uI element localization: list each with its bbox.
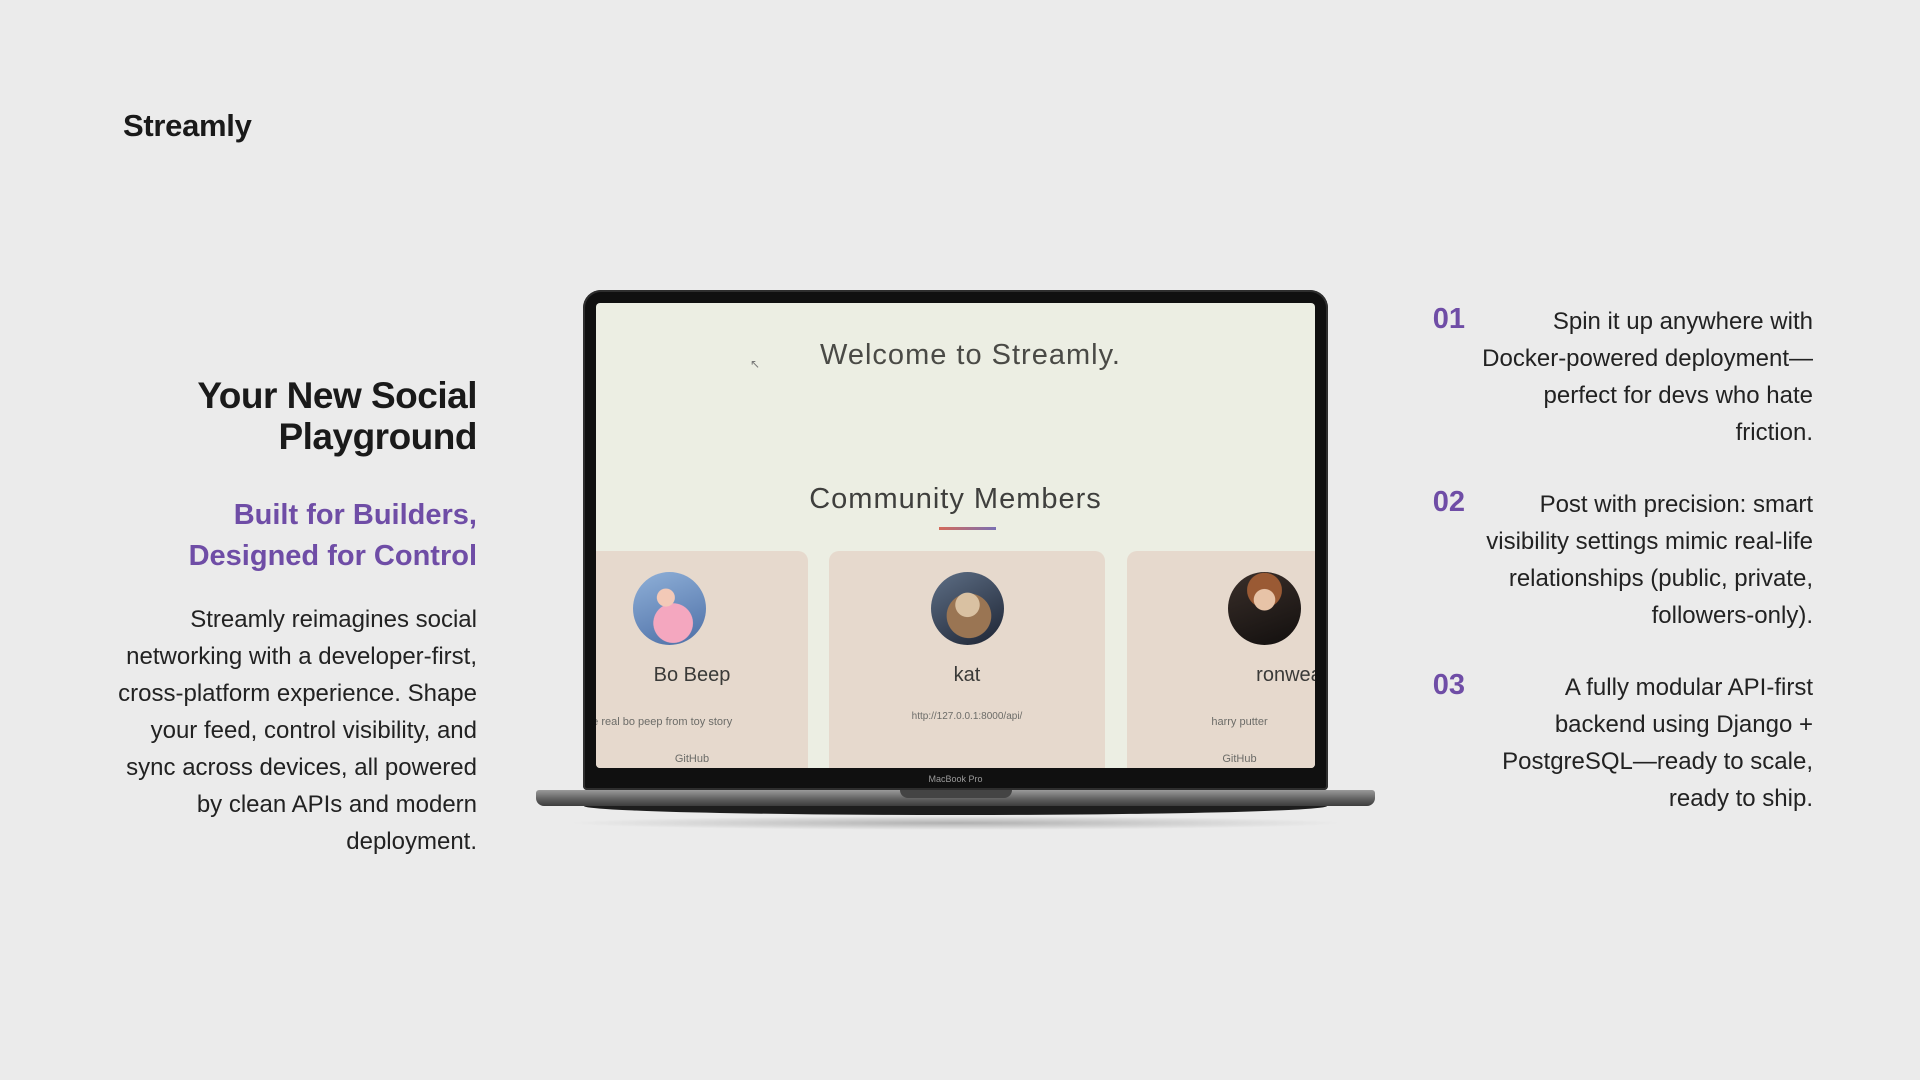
laptop-notch (900, 790, 1012, 798)
hero-description: Streamly reimagines social networking wi… (118, 606, 477, 855)
feature-text: Spin it up anywhere with Docker-powered … (1482, 308, 1813, 446)
member-bio: the real bo peep from toy story (596, 716, 733, 728)
avatar (931, 572, 1004, 645)
avatar (633, 572, 706, 645)
member-name: kat (953, 664, 981, 686)
member-name: ronwealer (1256, 664, 1315, 686)
avatar (1228, 572, 1301, 645)
member-github-link[interactable]: GitHub (596, 753, 808, 765)
member-card-bo-beep[interactable]: Bo Beep the real bo peep from toy story … (596, 551, 808, 768)
hero-headline: Your New Social Playground (197, 375, 477, 457)
feature-number: 02 (1432, 486, 1465, 518)
feature-item: 02 Post with precision: smart visibility… (1420, 486, 1813, 634)
member-bio: harry putter (1211, 716, 1268, 728)
feature-number: 01 (1432, 303, 1465, 335)
laptop-base-lip (584, 806, 1327, 815)
laptop-model-label: MacBook Pro (928, 774, 983, 784)
member-bio: http://127.0.0.1:8000/api/ (911, 711, 1023, 722)
laptop-lid: ↖ Welcome to Streamly. Community Members… (583, 290, 1328, 790)
feature-item: 03 A fully modular API-first backend usi… (1420, 669, 1813, 817)
feature-text: Post with precision: smart visibility se… (1486, 491, 1813, 629)
member-github-link[interactable]: GitHub (1127, 753, 1315, 765)
community-members-title: Community Members (809, 483, 1102, 515)
brand-logo-text: Streamly (123, 108, 252, 143)
member-name: Bo Beep (653, 664, 731, 686)
welcome-text: Welcome to Streamly. (820, 339, 1121, 371)
hero-subheadline: Built for Builders, Designed for Control (188, 499, 477, 572)
feature-number: 03 (1432, 669, 1465, 701)
feature-text: A fully modular API-first backend using … (1502, 674, 1813, 812)
laptop-shadow (566, 816, 1346, 830)
screen-welcome-heading: Welcome to Streamly. (596, 339, 1315, 372)
feature-item: 01 Spin it up anywhere with Docker-power… (1420, 303, 1813, 451)
laptop-screen: ↖ Welcome to Streamly. Community Members… (596, 303, 1315, 768)
member-card-ronwealer[interactable]: ronwealer harry putter GitHub (1127, 551, 1315, 768)
hero-section: Your New Social Playground Built for Bui… (100, 375, 477, 860)
member-card-kat[interactable]: kat http://127.0.0.1:8000/api/ (829, 551, 1105, 768)
laptop-mockup: ↖ Welcome to Streamly. Community Members… (536, 290, 1375, 840)
feature-list: 01 Spin it up anywhere with Docker-power… (1420, 303, 1813, 852)
title-underline (939, 527, 996, 530)
